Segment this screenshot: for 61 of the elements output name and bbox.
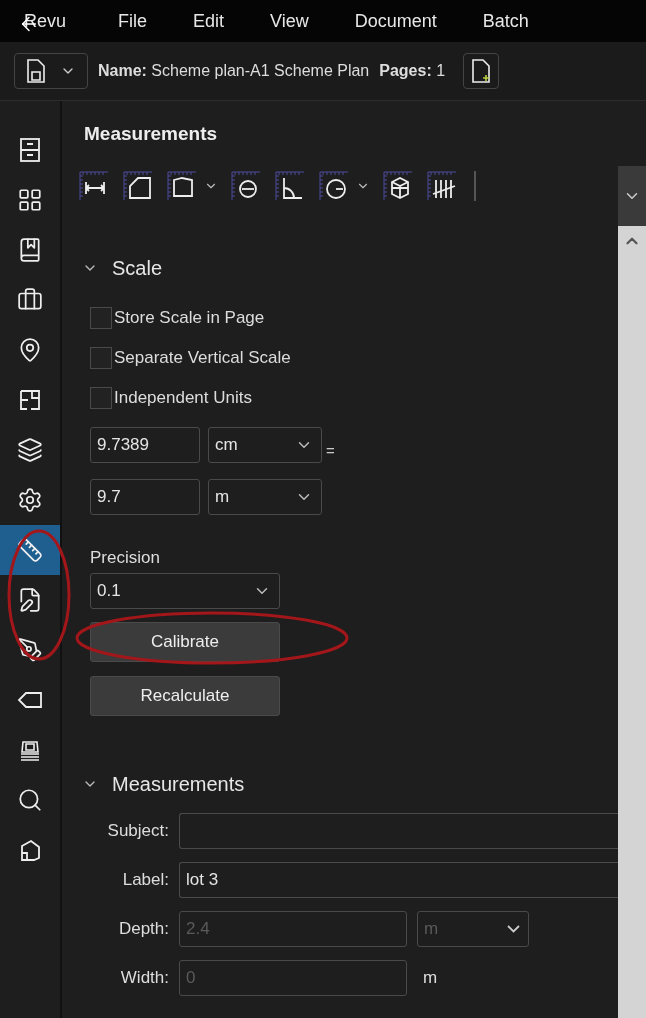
precision-label: Precision	[90, 548, 161, 568]
bookmark-icon	[17, 237, 43, 263]
area-measure-icon	[122, 170, 154, 202]
unit-text: m	[423, 967, 438, 988]
grid-icon	[17, 187, 43, 213]
field-label: Subject:	[106, 820, 170, 841]
house-icon	[18, 838, 42, 862]
settings-icon	[17, 487, 43, 513]
radius-measure-icon	[318, 170, 350, 202]
field-label: Depth:	[117, 918, 170, 939]
checkbox[interactable]	[90, 387, 112, 409]
caret-icon	[507, 924, 520, 933]
section-title[interactable]: Measurements	[112, 772, 245, 796]
document-icon	[26, 58, 46, 84]
menu-item[interactable]: File	[118, 10, 148, 32]
text-field[interactable]: lot 3	[179, 861, 618, 898]
new-page-button[interactable]	[463, 53, 500, 89]
page-count: Pages: 1	[379, 62, 446, 80]
document-edit-icon	[17, 587, 43, 613]
polyline-measure-icon	[166, 170, 198, 202]
toolbox-icon	[17, 287, 43, 313]
menu-item[interactable]: Document	[354, 10, 437, 32]
angle-measure-icon	[274, 170, 306, 202]
cabinet-icon	[18, 137, 42, 163]
pen-icon	[17, 637, 43, 663]
count-measure-icon	[426, 170, 458, 202]
menu-item[interactable]: Batch	[482, 10, 529, 32]
scale-value-field[interactable]: 9.7389	[90, 427, 200, 463]
volume-measure-icon	[382, 170, 414, 202]
menu-item[interactable]: Revu	[24, 10, 67, 32]
document-menu-button[interactable]	[14, 53, 88, 89]
stamp-icon	[18, 738, 42, 762]
checkbox[interactable]	[90, 347, 112, 369]
ruler-icon	[17, 537, 43, 563]
unit-dropdown[interactable]: cm	[208, 427, 322, 463]
action-button[interactable]: Recalculate	[90, 676, 280, 716]
tag-icon	[17, 690, 43, 710]
document-name: Name: Scheme plan-A1 Scheme Plan	[98, 62, 370, 80]
new-page-icon	[471, 58, 492, 84]
equals-sign: =	[326, 441, 335, 459]
length-measure-icon	[78, 170, 110, 202]
menu-item[interactable]: Edit	[193, 10, 225, 32]
precision-dropdown[interactable]: 0.1	[90, 573, 280, 609]
menu-item[interactable]: View	[270, 10, 309, 32]
checkbox[interactable]	[90, 307, 112, 329]
panel-title: Measurements	[83, 122, 219, 146]
text-field[interactable]	[179, 812, 618, 849]
diameter-measure-icon	[230, 170, 262, 202]
sidebar-tab[interactable]	[0, 525, 60, 575]
checkbox-label: Separate Vertical Scale	[114, 348, 291, 368]
scale-value-field[interactable]: 9.7	[90, 479, 200, 515]
action-button[interactable]: Calibrate	[90, 622, 280, 662]
checkbox-label: Store Scale in Page	[114, 308, 265, 328]
search-icon	[17, 787, 43, 813]
layers-icon	[17, 437, 43, 463]
field-label: Label:	[121, 869, 170, 890]
unit-dropdown[interactable]: m	[208, 479, 322, 515]
checkbox-label: Independent Units	[114, 388, 252, 408]
floor-plan-icon	[18, 388, 42, 412]
field-label: Width:	[119, 967, 170, 988]
section-title[interactable]: Scale	[112, 256, 163, 280]
